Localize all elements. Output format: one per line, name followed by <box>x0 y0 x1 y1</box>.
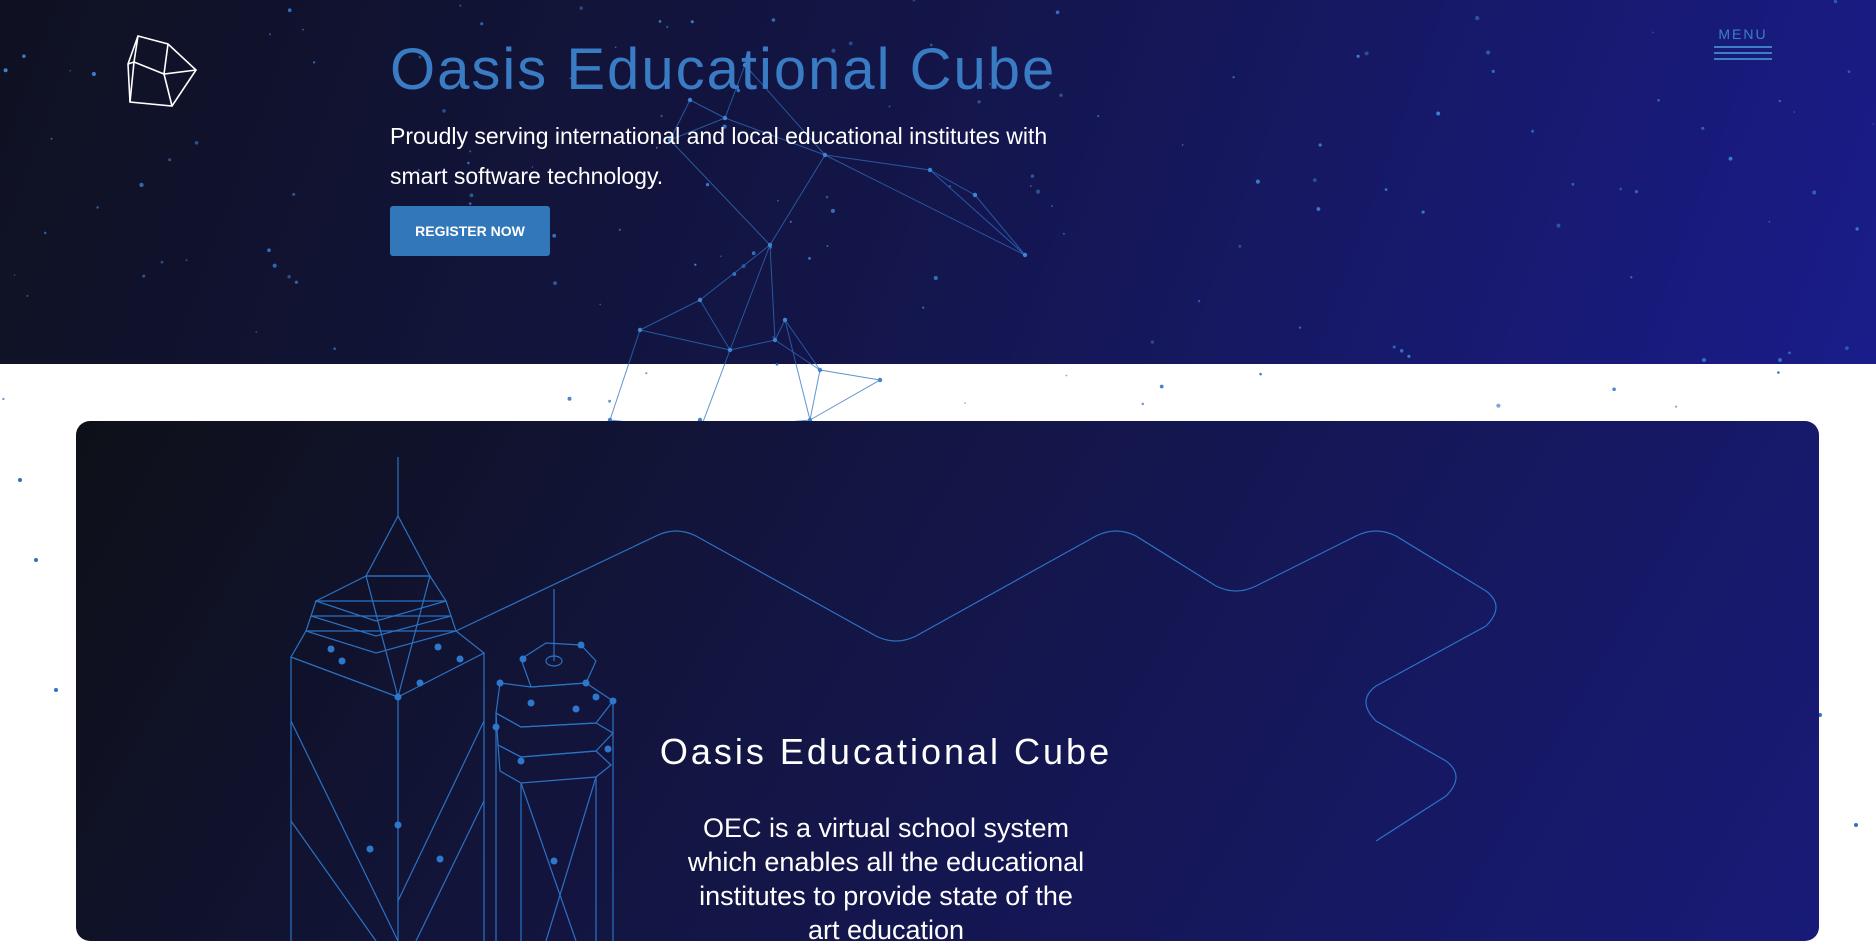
star-dot <box>1496 403 1501 408</box>
about-card: Oasis Educational Cube OEC is a virtual … <box>76 421 1819 941</box>
star-dot <box>964 402 966 404</box>
network-node <box>877 377 883 383</box>
star-dot <box>1675 405 1678 408</box>
star-dot <box>54 688 58 692</box>
hamburger-icon-line <box>1714 58 1772 60</box>
about-description: OEC is a virtual school system which ena… <box>687 813 1085 941</box>
star-dot <box>1777 371 1780 374</box>
hero-title: Oasis Educational Cube <box>390 37 1057 102</box>
cube-logo-icon[interactable] <box>124 30 200 110</box>
star-dot <box>608 399 611 403</box>
hero-subtitle: Proudly serving international and local … <box>390 123 1048 189</box>
network-link <box>809 369 821 421</box>
star-dot <box>1141 402 1145 406</box>
hamburger-icon-line <box>1714 46 1772 48</box>
register-now-button[interactable]: REGISTER NOW <box>390 206 550 256</box>
menu-button[interactable]: MENU <box>1714 26 1772 62</box>
about-title: Oasis Educational Cube <box>659 731 1113 772</box>
star-dot <box>645 372 648 375</box>
star-dot <box>567 396 572 401</box>
star-dot <box>1065 374 1068 377</box>
network-link <box>809 379 881 421</box>
star-dot <box>34 558 38 562</box>
hamburger-icon-line <box>1714 52 1772 54</box>
star-dot <box>18 478 22 482</box>
star-dot <box>1612 387 1616 392</box>
network-link <box>819 369 881 381</box>
star-dot <box>2 397 5 401</box>
menu-label: MENU <box>1718 26 1768 42</box>
star-dot <box>1159 384 1164 389</box>
network-node <box>817 367 823 373</box>
star-dot <box>1854 823 1858 827</box>
star-dot <box>1259 372 1262 376</box>
